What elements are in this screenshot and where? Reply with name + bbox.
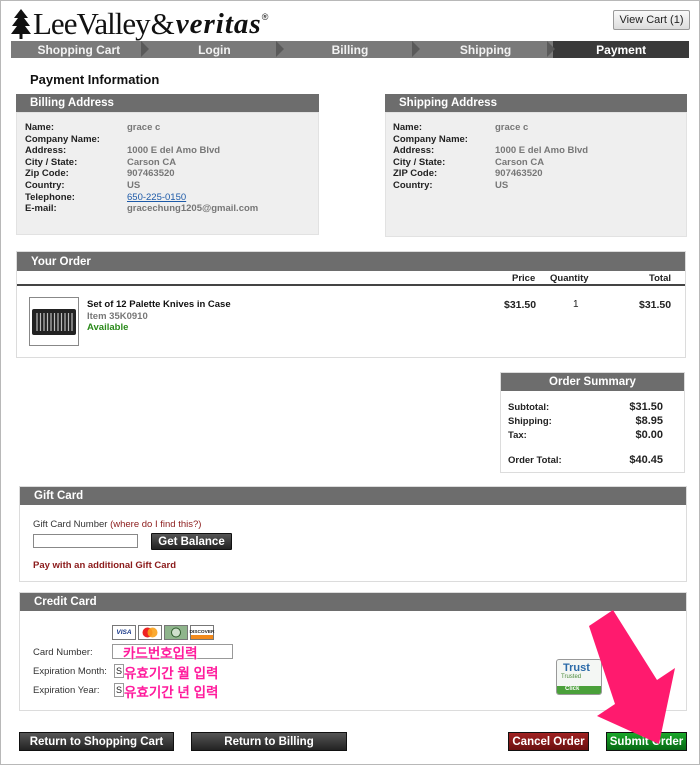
subtotal-value: $31.50 <box>629 401 663 413</box>
billing-country-value: US <box>127 179 141 191</box>
shipping-city-value: Carson CA <box>495 156 545 168</box>
product-price: $31.50 <box>504 299 537 311</box>
shipping-address-section: Shipping Address Name: grace c Company Na… <box>385 94 687 237</box>
cancel-order-button[interactable]: Cancel Order <box>508 732 589 751</box>
exp-year-select[interactable]: S <box>114 683 124 697</box>
subtotal-label: Subtotal: <box>508 402 550 413</box>
billing-name-value: grace c <box>127 122 161 133</box>
order-summary-title: Order Summary <box>501 373 684 391</box>
card-number-label: Card Number: <box>33 647 93 658</box>
exp-month-select[interactable]: S <box>114 664 124 678</box>
shipping-address-title: Shipping Address <box>385 94 687 112</box>
visa-icon: VISA <box>112 625 136 640</box>
gift-card-number-label: Gift Card Number (where do I find this?) <box>33 519 201 530</box>
billing-zip-value: 907463520 <box>127 168 175 180</box>
product-quantity: 1 <box>573 299 579 310</box>
get-balance-button[interactable]: Get Balance <box>151 533 232 550</box>
shipping-country-label: Country: <box>393 179 433 191</box>
brand-logo[interactable]: LeeValley & veritas ® <box>11 5 268 39</box>
billing-name-label: Name: <box>25 122 55 133</box>
registered-mark: ® <box>261 12 269 22</box>
your-order-title: Your Order <box>17 252 685 271</box>
billing-address-value: 1000 E del Amo Blvd <box>127 145 221 157</box>
billing-address-section: Billing Address Name: grace c Company Nam… <box>16 94 319 235</box>
your-order-section: Your Order Price Quantity Total Set of 1… <box>16 251 686 358</box>
card-number-annotation: 카드번호입력 <box>123 646 198 661</box>
billing-email-label: E-mail: <box>25 203 57 215</box>
product-name[interactable]: Set of 12 Palette Knives in Case <box>87 299 231 310</box>
mastercard-icon <box>138 625 162 640</box>
shipping-name-label: Name: <box>393 122 423 133</box>
shipping-value: $8.95 <box>635 415 663 427</box>
order-total-label: Order Total: <box>508 455 562 466</box>
palette-knives-image <box>32 308 76 335</box>
billing-telephone-link[interactable]: 650-225-0150 <box>127 192 186 204</box>
shipping-address-label: Address: <box>393 145 435 157</box>
billing-company-label: Company Name: <box>25 133 100 145</box>
shipping-label: Shipping: <box>508 416 552 427</box>
billing-country-label: Country: <box>25 179 65 191</box>
step-login[interactable]: Login <box>147 41 284 58</box>
checkout-steps: Shopping Cart Login Billing Shipping Pay… <box>11 41 689 58</box>
tax-label: Tax: <box>508 430 527 441</box>
order-total-value: $40.45 <box>629 454 663 466</box>
col-total: Total <box>649 273 671 284</box>
order-summary-section: Order Summary Subtotal: $31.50 Shipping:… <box>500 372 685 473</box>
product-total: $31.50 <box>639 299 672 311</box>
step-shipping[interactable]: Shipping <box>418 41 555 58</box>
shipping-company-label: Company Name: <box>393 133 468 145</box>
gift-card-help-link[interactable]: (where do I find this?) <box>110 519 201 530</box>
exp-month-annotation: 유효기간 월 입력 <box>124 666 219 681</box>
card-logos: VISA DISCOVER <box>112 625 215 640</box>
product-availability: Available <box>87 322 129 333</box>
shipping-name-value: grace c <box>495 122 529 133</box>
billing-city-label: City / State: <box>25 156 78 168</box>
view-cart-button[interactable]: View Cart (1) <box>613 10 690 30</box>
annotation-arrow-icon <box>589 610 675 744</box>
billing-email-value: gracechung1205@gmail.com <box>127 203 259 215</box>
exp-year-annotation: 유효기간 년 입력 <box>124 685 219 700</box>
gift-card-number-text: Gift Card Number <box>33 519 108 530</box>
billing-zip-label: Zip Code: <box>25 168 69 180</box>
additional-gift-card-link[interactable]: Pay with an additional Gift Card <box>33 560 176 571</box>
brand-ampersand: & <box>150 6 175 41</box>
shipping-zip-value: 907463520 <box>495 168 543 180</box>
return-to-shopping-cart-button[interactable]: Return to Shopping Cart <box>19 732 174 751</box>
billing-address-details: Name: grace c Company Name: Address: 1000 … <box>16 112 319 235</box>
step-billing[interactable]: Billing <box>282 41 420 58</box>
order-table-header: Price Quantity Total <box>17 271 685 286</box>
step-shopping-cart[interactable]: Shopping Cart <box>11 41 149 58</box>
amex-icon <box>164 625 188 640</box>
col-quantity: Quantity <box>550 273 589 284</box>
product-thumbnail[interactable] <box>29 297 79 346</box>
brand-veritas: veritas <box>175 8 262 40</box>
col-price: Price <box>512 273 536 284</box>
tree-icon <box>11 9 31 39</box>
product-sku: Item 35K0910 <box>87 311 148 322</box>
order-row: Set of 12 Palette Knives in Case Item 35… <box>17 286 685 356</box>
return-to-billing-button[interactable]: Return to Billing <box>191 732 347 751</box>
step-payment: Payment <box>553 41 689 58</box>
billing-telephone-label: Telephone: <box>25 191 75 203</box>
exp-year-label: Expiration Year: <box>33 685 100 696</box>
gift-card-number-input[interactable] <box>33 534 138 548</box>
shipping-city-label: City / State: <box>393 156 446 168</box>
billing-city-value: Carson CA <box>127 156 177 168</box>
shipping-country-value: US <box>495 179 509 191</box>
shipping-zip-label: ZIP Code: <box>393 168 438 180</box>
brand-leevalley: LeeValley <box>33 6 151 41</box>
exp-month-label: Expiration Month: <box>33 666 107 677</box>
billing-address-title: Billing Address <box>16 94 319 112</box>
shipping-address-value: 1000 E del Amo Blvd <box>495 145 589 157</box>
gift-card-section: Gift Card Gift Card Number (where do I f… <box>19 486 687 582</box>
tax-value: $0.00 <box>635 429 663 441</box>
billing-address-label: Address: <box>25 145 67 157</box>
shipping-address-details: Name: grace c Company Name: Address: 1000 … <box>385 112 687 237</box>
discover-icon: DISCOVER <box>189 625 215 640</box>
page-title: Payment Information <box>30 72 160 87</box>
gift-card-title: Gift Card <box>20 487 686 505</box>
